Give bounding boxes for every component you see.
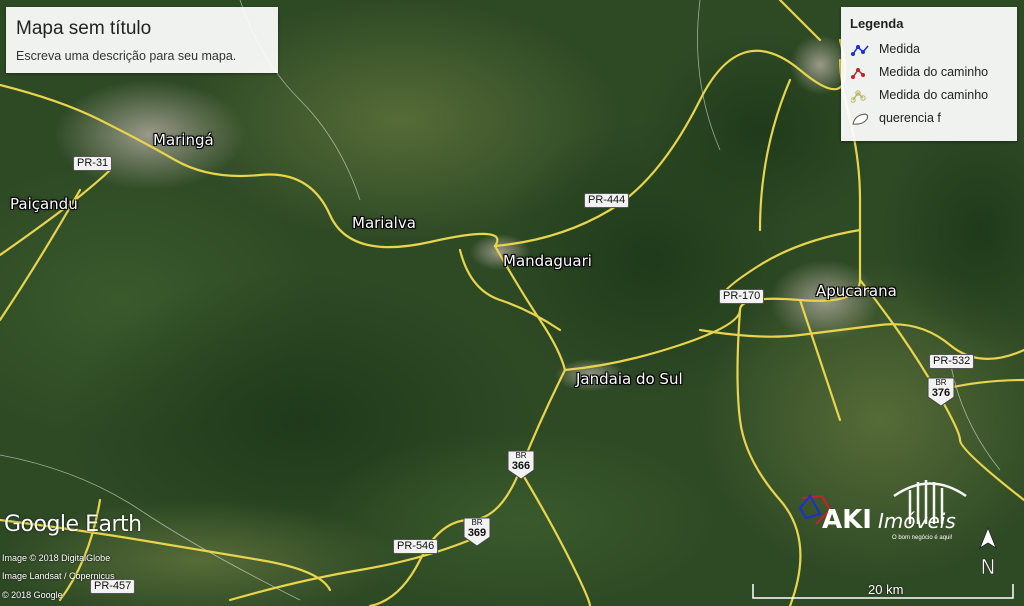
blue-path-icon bbox=[851, 45, 869, 56]
legend-item-label: Medida do caminho bbox=[879, 88, 989, 102]
city-label-paicandu[interactable]: Paiçandu bbox=[10, 195, 78, 213]
legend-item-label: Medida do caminho bbox=[879, 65, 989, 79]
google-earth-logo: Google Earth bbox=[4, 512, 142, 537]
north-letter: N bbox=[981, 555, 996, 579]
imagery-credit: © 2018 Google bbox=[2, 590, 63, 600]
north-arrow-icon[interactable]: N bbox=[974, 526, 1002, 580]
yellow-path-icon bbox=[851, 90, 866, 103]
svg-text:O bom negócio é aqui!: O bom negócio é aqui! bbox=[892, 535, 953, 541]
city-label-apucarana[interactable]: Apucarana bbox=[816, 282, 897, 300]
legend-item-medida-do-caminho-yellow[interactable]: Medida do caminho bbox=[851, 87, 1017, 105]
road-shield-pr546: PR-546 bbox=[393, 539, 439, 554]
red-path-icon bbox=[851, 68, 865, 79]
road-shield-pr170: PR-170 bbox=[719, 289, 765, 304]
city-label-jandaia-do-sul[interactable]: Jandaia do Sul bbox=[576, 370, 683, 388]
scale-label: 20 km bbox=[868, 582, 904, 597]
map-description[interactable]: Escreva uma descrição para seu mapa. bbox=[16, 49, 236, 63]
imagery-credit: Image © 2018 DigitalGlobe bbox=[2, 553, 111, 563]
legend-item-medida[interactable]: Medida bbox=[851, 41, 1017, 59]
br-shield-369: BR 369 bbox=[463, 517, 491, 547]
road-shield-pr457: PR-457 bbox=[90, 579, 136, 594]
legend-item-label: querencia f bbox=[879, 111, 941, 125]
aki-imoveis-watermark: AKI Imóveis O bom negócio é aqui! bbox=[822, 480, 967, 541]
scale-bar: 20 km bbox=[752, 580, 1014, 604]
svg-text:Imóveis: Imóveis bbox=[878, 509, 956, 533]
br-shield-366-prefix: BR bbox=[515, 451, 527, 460]
map-title[interactable]: Mapa sem título bbox=[16, 18, 151, 40]
road-shield-pr532: PR-532 bbox=[929, 354, 975, 369]
br-shield-376-prefix: BR bbox=[935, 378, 947, 387]
legend-title: Legenda bbox=[850, 16, 904, 31]
legend-item-querencia[interactable]: querencia f bbox=[851, 110, 1017, 128]
road-shield-pr31: PR-31 bbox=[73, 156, 113, 171]
city-label-mandaguari[interactable]: Mandaguari bbox=[503, 252, 592, 270]
legend-item-medida-do-caminho-red[interactable]: Medida do caminho bbox=[851, 64, 1017, 82]
br-shield-376-number: 376 bbox=[931, 387, 951, 399]
road-shield-pr444: PR-444 bbox=[584, 193, 630, 208]
map-title-panel: Mapa sem título Escreva uma descrição pa… bbox=[6, 7, 278, 73]
city-label-marialva[interactable]: Marialva bbox=[352, 214, 416, 232]
br-shield-376: BR 376 bbox=[927, 377, 955, 407]
imagery-credit: Image Landsat / Copernicus bbox=[2, 571, 115, 581]
polygon-icon bbox=[852, 113, 869, 125]
br-shield-369-number: 369 bbox=[467, 527, 487, 539]
br-shield-366: BR 366 bbox=[507, 450, 535, 480]
city-label-maringa[interactable]: Maringá bbox=[153, 131, 214, 149]
br-shield-366-number: 366 bbox=[511, 460, 531, 472]
br-shield-369-prefix: BR bbox=[471, 518, 483, 527]
legend-item-label: Medida bbox=[879, 42, 920, 56]
svg-text:AKI: AKI bbox=[822, 505, 872, 535]
legend-panel: Legenda Medida Medida do caminho Medida … bbox=[841, 7, 1017, 141]
